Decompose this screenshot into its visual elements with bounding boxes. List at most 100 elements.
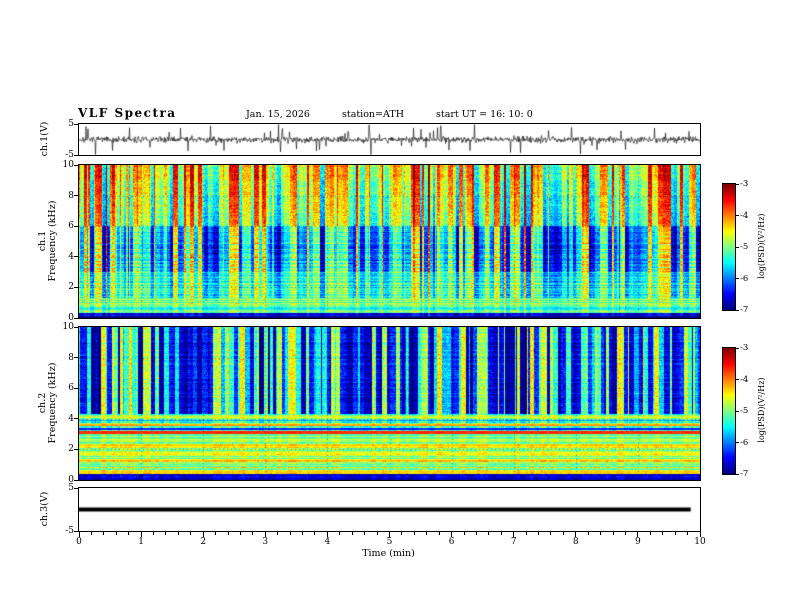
ch3-waveform-canvas [79, 488, 700, 531]
colorbar-tick-mark [736, 183, 739, 185]
x-minor-tick-mark [525, 532, 527, 535]
x-minor-tick-mark [128, 532, 130, 535]
y-tick-mark [74, 357, 78, 359]
x-minor-tick-mark [364, 532, 366, 535]
x-tick-label: 4 [324, 537, 331, 547]
x-tick-label: 7 [510, 537, 517, 547]
x-tick-label: 9 [635, 537, 641, 547]
x-minor-tick-mark [500, 532, 502, 535]
colorbar-tick-label: -5 [740, 406, 749, 416]
x-minor-tick-mark [587, 532, 589, 535]
colorbar-tick-mark [736, 215, 739, 216]
y-tick-label: 10 [62, 322, 74, 332]
colorbar-tick-label: -7 [740, 305, 749, 315]
colorbar-tick-label: -6 [740, 437, 749, 448]
x-minor-tick-mark [538, 532, 540, 535]
header-start-ut: start UT = 16: 10: 0 [436, 109, 533, 120]
y-tick-mark [74, 418, 78, 420]
x-minor-tick-mark [239, 532, 241, 535]
colorbar-tick-mark [736, 309, 739, 311]
x-minor-tick-mark [600, 532, 602, 535]
x-minor-tick-mark [339, 532, 341, 535]
x-minor-tick-mark [550, 532, 552, 535]
y-tick-mark [74, 154, 78, 156]
x-tick-label: 0 [76, 537, 82, 547]
x-tick-label: 10 [694, 537, 706, 547]
vlf-spectra-figure: VLF Spectra Jan. 15, 2026 station=ATH st… [0, 0, 792, 612]
y-tick-label: 8 [68, 352, 74, 363]
y-tick-mark [74, 317, 78, 319]
x-tick-label: 3 [262, 537, 269, 547]
x-minor-tick-mark [227, 532, 229, 535]
y-tick-mark [74, 195, 78, 197]
header-date: Jan. 15, 2026 [246, 109, 310, 120]
x-minor-tick-mark [376, 532, 378, 535]
y-tick-mark [74, 164, 78, 166]
x-minor-tick-mark [401, 532, 403, 535]
y-tick-mark [74, 123, 78, 125]
x-tick-label: 5 [386, 537, 393, 547]
colorbar-tick-label: -4 [740, 210, 749, 221]
x-minor-tick-mark [413, 532, 415, 535]
y-tick-label: 8 [68, 190, 74, 201]
y-tick-mark [74, 225, 78, 227]
x-minor-tick-mark [215, 532, 217, 535]
x-minor-tick-mark [624, 532, 626, 535]
y-tick-mark [74, 448, 78, 450]
ch2-spectrogram-canvas [79, 327, 700, 480]
y-tick-label: 4 [68, 413, 74, 424]
ch1-spectrogram-panel [78, 164, 701, 319]
x-minor-tick-mark [426, 532, 428, 535]
y-tick-label: -5 [65, 150, 74, 160]
y-tick-mark [74, 479, 78, 481]
y-tick-mark [74, 530, 78, 532]
ch3-waveform-panel [78, 487, 701, 532]
x-minor-tick-mark [662, 532, 664, 535]
x-minor-tick-mark [90, 532, 92, 535]
colorbar-tick-label: -4 [740, 374, 749, 385]
x-tick-label: 1 [138, 537, 144, 547]
colorbar-tick-label: -3 [740, 343, 749, 353]
x-minor-tick-mark [562, 532, 564, 535]
y-tick-label: 10 [62, 160, 74, 170]
x-minor-tick-mark [177, 532, 179, 535]
y-tick-label: 5 [68, 483, 74, 493]
x-minor-tick-mark [687, 532, 689, 535]
x-minor-tick-mark [314, 532, 316, 535]
x-minor-tick-mark [103, 532, 105, 535]
x-minor-tick-mark [649, 532, 651, 535]
x-minor-tick-mark [190, 532, 192, 535]
ch1-waveform-panel [78, 123, 701, 156]
x-minor-tick-mark [277, 532, 279, 535]
x-tick-label: 6 [448, 537, 455, 547]
y-tick-label: -5 [65, 526, 74, 536]
colorbar-tick-label: -3 [740, 179, 749, 189]
colorbar-ch2 [722, 347, 736, 475]
plot-title: VLF Spectra [78, 106, 177, 120]
x-tick-label: 8 [572, 537, 579, 547]
y-tick-label: 2 [68, 444, 74, 455]
colorbar-ch1 [722, 183, 736, 311]
x-minor-tick-mark [612, 532, 614, 535]
header-station: station=ATH [342, 109, 404, 120]
y-tick-label: 4 [68, 251, 74, 262]
ch1-spectrogram-canvas [79, 165, 700, 318]
y-tick-mark [74, 286, 78, 288]
y-tick-label: 6 [68, 383, 74, 394]
x-minor-tick-mark [153, 532, 155, 535]
x-minor-tick-mark [463, 532, 465, 535]
x-axis-label: Time (min) [362, 548, 415, 559]
x-minor-tick-mark [165, 532, 167, 535]
colorbar-ch2-canvas [723, 348, 735, 474]
colorbar-tick-mark [736, 246, 739, 248]
colorbar-tick-mark [736, 410, 739, 412]
colorbar-tick-mark [736, 473, 739, 475]
colorbar-tick-label: -6 [740, 273, 749, 284]
x-minor-tick-mark [438, 532, 440, 535]
y-tick-mark [74, 326, 78, 328]
ch2-spectrogram-panel [78, 326, 701, 481]
ch3-waveform-ylabel: ch.3(V) [39, 491, 50, 527]
colorbar-tick-mark [736, 442, 739, 443]
x-minor-tick-mark [302, 532, 304, 535]
y-tick-mark [74, 256, 78, 258]
